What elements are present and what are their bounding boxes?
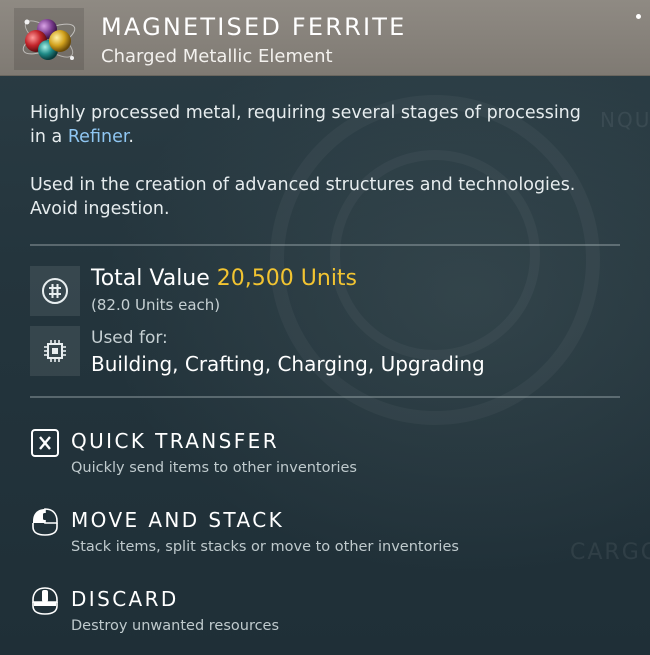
- item-description-secondary: Used in the creation of advanced structu…: [30, 173, 620, 221]
- description-line: Used in the creation of advanced structu…: [30, 175, 576, 195]
- item-tooltip-panel: NQU CARGO: [0, 0, 650, 655]
- item-name: MAGNETISED FERRITE: [101, 13, 407, 41]
- refiner-link[interactable]: Refiner: [68, 127, 129, 147]
- description-line: in a Refiner.: [30, 125, 620, 149]
- description-text: .: [128, 127, 134, 147]
- action-discard[interactable]: DISCARD Destroy unwanted resources: [30, 586, 590, 636]
- action-title: DISCARD: [71, 587, 179, 611]
- item-description: Highly processed metal, requiring severa…: [30, 101, 620, 149]
- description-line: Highly processed metal, requiring severa…: [30, 103, 581, 123]
- action-move-and-stack[interactable]: MOVE AND STACK Stack items, split stacks…: [30, 507, 590, 557]
- total-value-amount: 20,500 Units: [216, 266, 358, 291]
- mouse-left-click-icon: [30, 507, 60, 537]
- divider: [30, 396, 620, 398]
- header-dot-icon: [636, 14, 641, 19]
- unit-value: (82.0 Units each): [91, 296, 221, 314]
- divider: [30, 244, 620, 246]
- chip-icon: [30, 326, 80, 376]
- units-currency-icon: [30, 266, 80, 316]
- description-text: in a: [30, 127, 68, 147]
- action-description: Quickly send items to other inventories: [71, 460, 357, 476]
- item-category: Charged Metallic Element: [101, 46, 333, 67]
- used-for-value: Building, Crafting, Charging, Upgrading: [91, 352, 485, 376]
- description-line: Avoid ingestion.: [30, 199, 170, 219]
- action-title: QUICK TRANSFER: [71, 429, 279, 453]
- mouse-middle-click-icon: [30, 586, 60, 616]
- action-quick-transfer[interactable]: QUICK TRANSFER Quickly send items to oth…: [30, 428, 590, 478]
- total-value: Total Value 20,500 Units: [91, 266, 357, 291]
- action-title: MOVE AND STACK: [71, 508, 285, 532]
- item-header: MAGNETISED FERRITE Charged Metallic Elem…: [0, 0, 650, 76]
- magnetised-ferrite-orbs-icon: [14, 8, 84, 70]
- used-for-label: Used for:: [91, 328, 168, 348]
- total-value-label: Total Value: [91, 266, 210, 291]
- action-description: Destroy unwanted resources: [71, 618, 280, 634]
- action-description: Stack items, split stacks or move to oth…: [71, 539, 459, 555]
- x-key-icon: [30, 428, 60, 458]
